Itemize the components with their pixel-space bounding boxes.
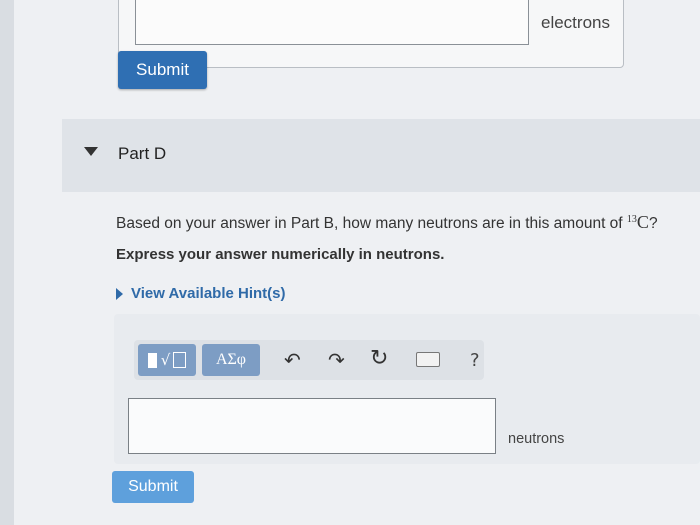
part-d-header[interactable]: Part D xyxy=(62,119,700,192)
answer-input[interactable] xyxy=(128,398,496,454)
part-title: Part D xyxy=(118,144,167,163)
hint-link-label: View Available Hint(s) xyxy=(131,285,286,302)
keyboard-icon[interactable] xyxy=(416,352,440,367)
reset-icon[interactable]: ↻ xyxy=(370,346,388,371)
box-icon xyxy=(173,352,187,368)
collapse-triangle-icon xyxy=(84,147,98,156)
left-sidebar-edge xyxy=(0,0,14,525)
question-end: ? xyxy=(648,215,658,232)
instruction-text: Express your answer numerically in neutr… xyxy=(116,246,445,263)
part-c-submit-button[interactable]: Submit xyxy=(118,51,207,89)
part-c-answer-input[interactable] xyxy=(135,0,529,45)
radical-icon: √ xyxy=(160,351,171,369)
symbols-button[interactable]: ΑΣφ xyxy=(202,344,260,376)
redo-icon[interactable]: ↷ xyxy=(328,348,345,372)
isotope-symbol: C xyxy=(636,212,649,232)
templates-icon xyxy=(147,352,157,368)
isotope-mass-number: 13 xyxy=(626,214,637,225)
part-c-unit-label: electrons xyxy=(541,13,610,32)
math-toolbar: √ ΑΣφ ↶ ↷ ↻ ? xyxy=(134,340,484,380)
question-body: Based on your answer in Part B, how many… xyxy=(116,215,627,232)
answer-panel: √ ΑΣφ ↶ ↷ ↻ ? neutrons xyxy=(114,314,700,464)
undo-icon[interactable]: ↶ xyxy=(284,348,301,372)
part-d-submit-button[interactable]: Submit xyxy=(112,471,194,503)
templates-button[interactable]: √ xyxy=(138,344,196,376)
expand-triangle-icon xyxy=(116,287,123,300)
question-text: Based on your answer in Part B, how many… xyxy=(116,212,658,233)
view-hints-link[interactable]: View Available Hint(s) xyxy=(116,285,286,302)
answer-unit-label: neutrons xyxy=(508,431,565,447)
help-button[interactable]: ? xyxy=(470,350,480,371)
